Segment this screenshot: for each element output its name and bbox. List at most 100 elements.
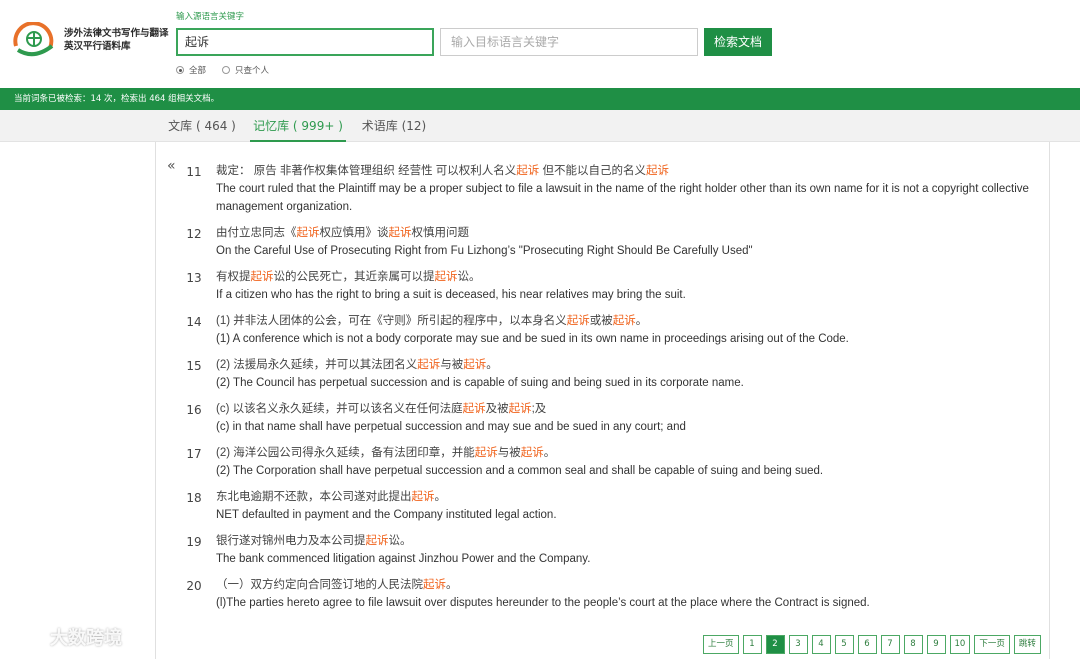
keyword-highlight: 起诉 <box>462 403 486 415</box>
source-text-fragment: 与被 <box>497 447 521 459</box>
result-source-sentence: （一）双方约定向合同签订地的人民法院起诉。 <box>216 576 1052 594</box>
result-source-sentence: 有权提起诉讼的公民死亡，其近亲属可以提起诉讼。 <box>216 268 1052 286</box>
header: 涉外法律文书写作与翻译 英汉平行语料库 输入源语言关键字 起诉 输入目标语言关键… <box>0 0 1080 88</box>
result-source-sentence: 由付立忠同志《起诉权应慎用》谈起诉权慎用问题 <box>216 224 1052 242</box>
result-target-sentence: (2) The Council has perpetual succession… <box>216 377 744 389</box>
keyword-highlight: 起诉 <box>417 359 441 371</box>
source-keyword-input[interactable]: 起诉 <box>176 28 434 56</box>
page-button[interactable]: 7 <box>880 635 900 654</box>
keyword-highlight: 起诉 <box>508 403 532 415</box>
search-button[interactable]: 检索文档 <box>704 28 772 56</box>
source-keyword-hint: 输入源语言关键字 <box>176 12 245 22</box>
source-text-fragment: （一）双方约定向合同签订地的人民法院 <box>216 579 423 591</box>
source-text-fragment: 讼。 <box>457 271 481 283</box>
result-source-sentence: 东北电逾期不还款，本公司遂对此提出起诉。 <box>216 488 1052 506</box>
result-source-sentence: (1) 并非法人团体的公会，可在《守则》所引起的程序中，以本身名义起诉或被起诉。 <box>216 312 1052 330</box>
source-text-fragment: 权应慎用》谈 <box>319 227 389 239</box>
keyword-highlight: 起诉 <box>566 315 590 327</box>
radio-unchecked-icon <box>222 66 231 74</box>
result-target-sentence: If a citizen who has the right to bring … <box>216 289 686 301</box>
result-number: 11 <box>186 165 202 179</box>
jump-page-button[interactable]: 跳转 <box>1013 635 1041 654</box>
keyword-highlight: 起诉 <box>423 579 446 591</box>
radio-all-label: 全部 <box>189 66 207 76</box>
result-target-sentence: (l)The parties hereto agree to file laws… <box>216 597 870 609</box>
radio-all[interactable]: 全部 <box>176 64 206 76</box>
result-target-sentence: (c) in that name shall have perpetual su… <box>216 421 686 433</box>
source-text-fragment: 有权提 <box>216 271 251 283</box>
result-item: 17 (2) 海洋公园公司得永久延续，备有法团印章，并能起诉与被起诉。 (2) Th… <box>172 444 1052 480</box>
result-number: 14 <box>186 315 202 329</box>
source-text-fragment: (1) 并非法人团体的公会，可在《守则》所引起的程序中，以本身名义 <box>216 315 567 327</box>
page-button[interactable]: 3 <box>788 635 808 654</box>
source-text-fragment: 权慎用问题 <box>411 227 470 239</box>
page-button[interactable]: 2 <box>765 635 785 654</box>
target-keyword-input[interactable]: 输入目标语言关键字 <box>440 28 698 56</box>
result-text: (2) 海洋公园公司得永久延续，备有法团印章，并能起诉与被起诉。 (2) The … <box>216 444 1052 480</box>
page-button[interactable]: 8 <box>903 635 923 654</box>
keyword-highlight: 起诉 <box>434 271 458 283</box>
left-panel <box>0 142 156 659</box>
source-text-fragment: 及被 <box>485 403 509 415</box>
keyword-highlight: 起诉 <box>388 227 412 239</box>
keyword-highlight: 起诉 <box>612 315 636 327</box>
result-number: 16 <box>186 403 202 417</box>
result-item: 13 有权提起诉讼的公民死亡，其近亲属可以提起诉讼。 If a citizen wh… <box>172 268 1052 304</box>
search-status-bar: 当前词条已被检索：14 次，检索出 464 组相关文档。 <box>0 88 1080 110</box>
radio-checked-icon <box>176 66 184 74</box>
next-page-button[interactable]: 下一页 <box>974 635 1010 654</box>
page-button[interactable]: 10 <box>949 635 971 654</box>
result-source-sentence: (2) 海洋公园公司得永久延续，备有法团印章，并能起诉与被起诉。 <box>216 444 1052 462</box>
watermark: 大数跨境 <box>10 624 122 650</box>
page-button[interactable]: 6 <box>857 635 877 654</box>
source-text-fragment: 裁定： 原告 非著作权集体管理组织 经营性 可以权利人名义 <box>216 165 517 177</box>
site-title-line2: 英汉平行语料库 <box>64 41 131 52</box>
result-number: 19 <box>186 535 202 549</box>
watermark-logo-icon <box>11 628 43 645</box>
result-target-sentence: NET defaulted in payment and the Company… <box>216 509 557 521</box>
keyword-highlight: 起诉 <box>463 359 487 371</box>
result-target-sentence: On the Careful Use of Prosecuting Right … <box>216 245 753 257</box>
source-text-fragment: (2) 海洋公园公司得永久延续，备有法团印章，并能 <box>216 447 475 459</box>
source-text-fragment: 或被 <box>589 315 613 327</box>
tab-terminology[interactable]: 术语库 (12) <box>356 110 432 142</box>
source-text-fragment: 。 <box>486 359 498 371</box>
result-text: 有权提起诉讼的公民死亡，其近亲属可以提起诉讼。 If a citizen who … <box>216 268 1052 304</box>
result-number: 20 <box>186 579 202 593</box>
keyword-highlight: 起诉 <box>250 271 274 283</box>
page-button[interactable]: 5 <box>834 635 854 654</box>
source-text-fragment: 。 <box>434 491 447 503</box>
result-text: (2) 法援局永久延续，并可以其法团名义起诉与被起诉。 (2) The Counc… <box>216 356 1052 392</box>
keyword-highlight: 起诉 <box>474 447 498 459</box>
source-text-fragment: 。 <box>446 579 458 591</box>
page-button[interactable]: 4 <box>811 635 831 654</box>
keyword-highlight: 起诉 <box>365 535 389 547</box>
source-text-fragment: 讼的公民死亡，其近亲属可以提 <box>273 271 435 283</box>
tab-library[interactable]: 文库 ( 464 ) <box>162 110 242 142</box>
source-text-fragment: 讼。 <box>388 535 412 547</box>
source-text-fragment: 但不能以自己的名义 <box>539 165 646 177</box>
page-button[interactable]: 9 <box>926 635 946 654</box>
result-item: 11 裁定： 原告 非著作权集体管理组织 经营性 可以权利人名义起诉 但不能以自己… <box>172 162 1052 216</box>
result-text: 银行遂对锦州电力及本公司提起诉讼。 The bank commenced liti… <box>216 532 1052 568</box>
page-button[interactable]: 1 <box>742 635 762 654</box>
result-target-sentence: The bank commenced litigation against Ji… <box>216 553 591 565</box>
result-number: 18 <box>186 491 202 505</box>
prev-page-button[interactable]: 上一页 <box>703 635 739 654</box>
result-source-sentence: 裁定： 原告 非著作权集体管理组织 经营性 可以权利人名义起诉 但不能以自己的名… <box>216 162 1052 180</box>
pagination: 上一页 1 2 3 4 5 6 7 8 9 10 下一页 跳转 <box>703 635 1041 654</box>
radio-personal[interactable]: 只查个人 <box>222 64 269 76</box>
source-text-fragment: (2) 法援局永久延续，并可以其法团名义 <box>216 359 418 371</box>
source-text-fragment: 。 <box>635 315 648 327</box>
source-text-fragment: 东北电逾期不还款，本公司遂对此提出 <box>216 491 412 503</box>
keyword-highlight: 起诉 <box>411 491 435 503</box>
source-text-fragment: 由付立忠同志《 <box>216 227 297 239</box>
source-text-fragment: 。 <box>543 447 556 459</box>
result-item: 18 东北电逾期不还款，本公司遂对此提出起诉。 NET defaulted in p… <box>172 488 1052 524</box>
result-number: 12 <box>186 227 202 241</box>
result-text: 裁定： 原告 非著作权集体管理组织 经营性 可以权利人名义起诉 但不能以自己的名… <box>216 162 1052 216</box>
tab-bar: 文库 ( 464 ) 记忆库 ( 999+ ) 术语库 (12) <box>0 110 1080 142</box>
keyword-highlight: 起诉 <box>520 447 544 459</box>
result-target-sentence: The court ruled that the Plaintiff may b… <box>216 183 1029 213</box>
tab-memory[interactable]: 记忆库 ( 999+ ) <box>250 110 346 142</box>
